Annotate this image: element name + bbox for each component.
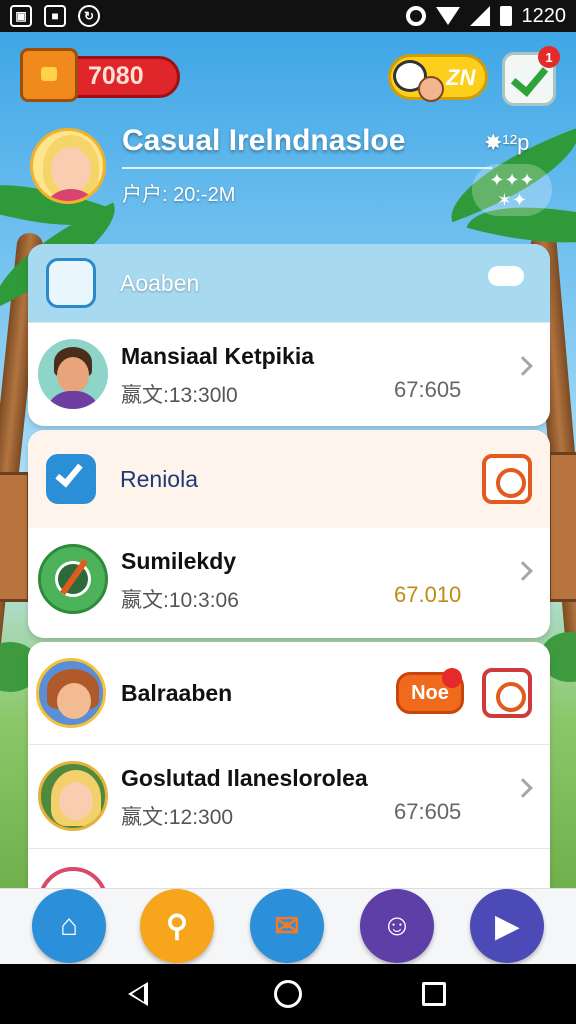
card-header-label: Balraaben: [121, 679, 233, 706]
avatar-face: [57, 357, 89, 393]
chevron-right-icon: [513, 561, 533, 581]
checkbox-icon: [46, 454, 96, 504]
chevron-right-icon: [513, 778, 533, 798]
row-value: 67.010: [394, 582, 462, 607]
sparkle-icon: ✦✦✦ ✶✦: [489, 170, 535, 210]
row-value: 67:605: [394, 799, 462, 824]
avatar-face: [51, 147, 91, 193]
check-mark: [55, 458, 83, 488]
signal-icon: [469, 6, 490, 26]
top-right-label: ✸¹²p: [484, 130, 530, 155]
card-header[interactable]: Balraaben Noe: [28, 642, 550, 744]
search-icon: ⚲: [166, 909, 188, 943]
stopwatch-icon[interactable]: [482, 668, 532, 718]
chevron-right-icon: [513, 356, 533, 376]
profile-avatar[interactable]: [30, 128, 106, 204]
row-avatar-partial: [38, 867, 108, 888]
row-subtitle: 嬴文:13:30l0: [121, 384, 238, 407]
badge-dot: [442, 668, 462, 688]
sparkle-button[interactable]: ✦✦✦ ✶✦: [472, 164, 552, 216]
nav-mail-button[interactable]: ✉: [250, 889, 324, 963]
nav-profile-button[interactable]: ☺: [360, 889, 434, 963]
list-card: Aoaben Mansiaal Ketpikia 嬴文:13:30l0 67:6…: [28, 244, 550, 426]
profile-divider: [122, 167, 492, 169]
coin-balance-value: 7080: [88, 62, 144, 90]
row-value: 67:605: [394, 377, 462, 402]
list-item[interactable]: Sumilekdy 嬴文:10:3:06 67.010: [28, 528, 550, 632]
card-header-label: Aoaben: [120, 269, 200, 296]
play-icon: ▶: [495, 909, 519, 943]
chat-avatar: [418, 76, 444, 102]
status-bar: ▣ ■ ↻ 1220: [0, 0, 576, 32]
cloud-icon: [488, 266, 524, 286]
list-card: Balraaben Noe Goslutad Ilanesloroleа 嬴文:…: [28, 642, 550, 888]
notification-badge: 1: [538, 46, 560, 68]
list-item-partial[interactable]: [28, 848, 550, 888]
gallery-icon: [46, 258, 96, 308]
list-item[interactable]: Goslutad Ilanesloroleа 嬴文:12:300 67:605: [28, 744, 550, 848]
profile-icon: ☺: [381, 909, 413, 942]
row-avatar: [38, 761, 108, 831]
recent-apps-icon[interactable]: [422, 982, 446, 1006]
nav-play-button[interactable]: ▶: [470, 889, 544, 963]
back-icon[interactable]: [128, 982, 148, 1006]
nav-search-button[interactable]: ⚲: [140, 889, 214, 963]
chat-label: ZN: [446, 65, 476, 90]
settings-status-icon: [405, 6, 426, 26]
row-title: Sumilekdy: [121, 548, 237, 574]
avatar-face: [59, 782, 93, 820]
home-icon: ⌂: [59, 909, 79, 942]
android-navigation-bar: [0, 964, 576, 1024]
row-avatar: [38, 339, 108, 409]
row-title: Goslutad Ilanesloroleа: [121, 765, 368, 791]
card-header[interactable]: Reniola: [28, 430, 550, 528]
hut-left: [0, 472, 30, 602]
card-header-label: Reniola: [120, 465, 198, 492]
home-circle-icon[interactable]: [274, 980, 302, 1008]
profile-name: Casual Irelndnasloe: [122, 124, 406, 157]
lock-notification-icon: ■: [44, 5, 66, 27]
row-title: Mansiaal Ketpikia: [121, 343, 315, 369]
avatar-face: [57, 683, 91, 719]
status-right-icons: 1220: [405, 4, 567, 28]
wifi-icon: [435, 7, 460, 25]
refresh-notification-icon: ↻: [78, 5, 100, 27]
row-avatar: [36, 658, 106, 728]
hut-right: [548, 452, 576, 602]
image-notification-icon: ▣: [10, 5, 32, 27]
battery-icon: [499, 6, 512, 26]
profile-subtitle: 户户: 20:-2M: [122, 184, 236, 206]
nav-home-button[interactable]: ⌂: [32, 889, 106, 963]
status-left-icons: ▣ ■ ↻: [10, 5, 100, 27]
row-subtitle: 嬴文:12:300: [121, 806, 234, 829]
avatar-shirt: [46, 391, 100, 409]
compass-icon: [38, 544, 108, 614]
treasure-chest-icon: [20, 48, 78, 102]
badge-label: Noe: [411, 681, 449, 704]
row-subtitle: 嬴文:10:3:06: [121, 589, 239, 612]
card-header[interactable]: Aoaben: [28, 244, 550, 322]
bottom-navigation: ⌂ ⚲ ✉ ☺ ▶: [0, 888, 576, 964]
list-card: Reniola Sumilekdy 嬴文:10:3:06 67.010: [28, 430, 550, 638]
list-item[interactable]: Mansiaal Ketpikia 嬴文:13:30l0 67:605: [28, 322, 550, 426]
mail-icon: ✉: [274, 909, 300, 943]
status-time: 1220: [521, 4, 567, 27]
stopwatch-icon[interactable]: [482, 454, 532, 504]
